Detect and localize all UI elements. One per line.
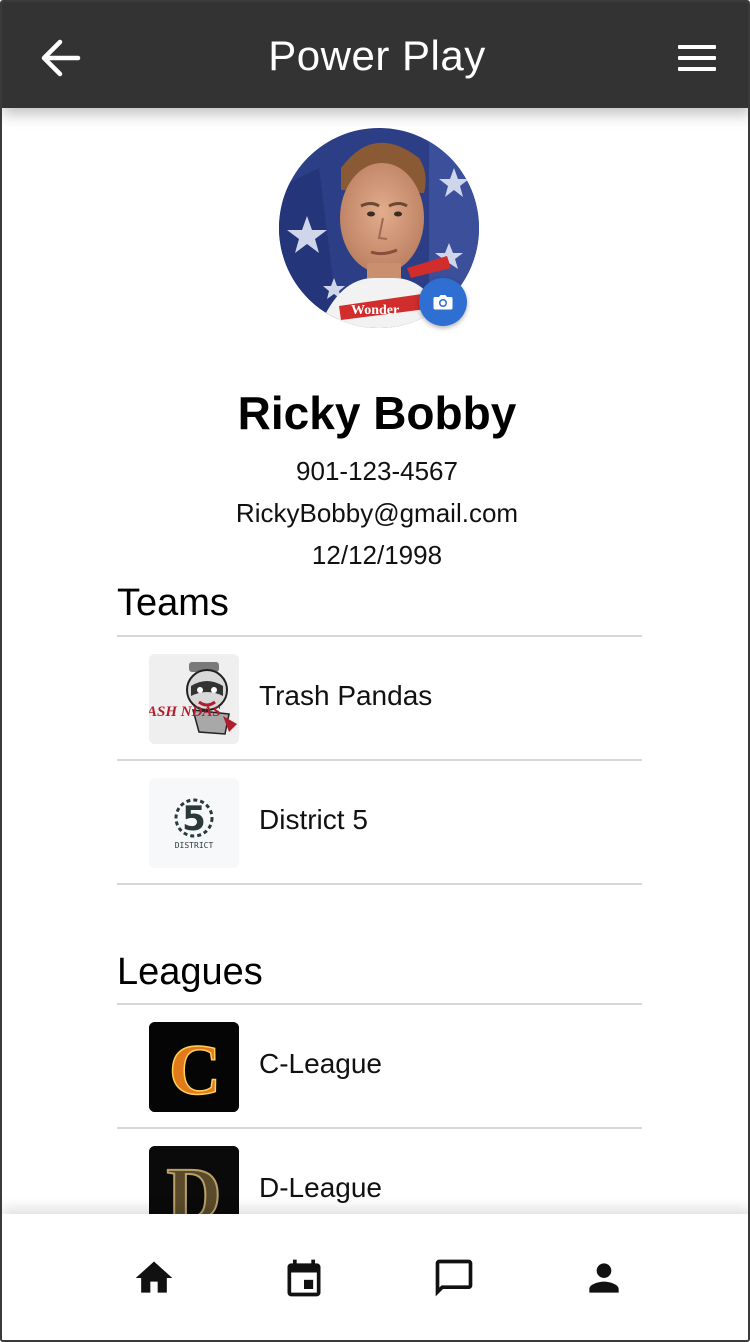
svg-text:Wonder: Wonder [351,303,399,318]
svg-text:C: C [169,1030,221,1110]
team-item-district-5[interactable]: 5 DISTRICT District 5 [117,761,642,885]
nav-profile-button[interactable] [582,1256,626,1300]
d-league-logo: D [149,1146,239,1214]
calendar-icon [287,1259,321,1297]
chat-icon [435,1259,473,1297]
league-item-d-league[interactable]: D D-League [117,1129,642,1214]
nav-calendar-button[interactable] [282,1256,326,1300]
svg-text:ASH NDAS: ASH NDAS [149,704,221,720]
nav-home-button[interactable] [132,1256,176,1300]
avatar-container: Wonder [279,128,479,328]
bottom-navigation [2,1214,748,1340]
menu-button[interactable] [678,44,716,72]
league-item-c-league[interactable]: C C-League [117,1005,642,1129]
c-league-logo: C [149,1022,239,1112]
team-item-trash-pandas[interactable]: ASH NDAS Trash Pandas [117,637,642,761]
page-title: Power Play [268,32,486,79]
app-bar: Power Play [2,2,748,108]
svg-text:5: 5 [182,799,206,839]
row-divider [117,883,642,885]
svg-text:DISTRICT: DISTRICT [175,841,214,850]
profile-content[interactable]: Wonder Ricky Bobby 901-123-4567 RickyBob… [2,108,748,1214]
home-icon [135,1261,173,1293]
camera-icon [433,295,453,310]
person-icon [589,1263,619,1293]
team-logo: 5 DISTRICT [149,778,239,868]
team-label: Trash Pandas [259,680,433,711]
team-logo: ASH NDAS [149,654,239,744]
league-label: C-League [259,1048,382,1079]
league-logo: C [149,1022,239,1112]
district-5-logo: 5 DISTRICT [149,778,239,868]
profile-phone: 901-123-4567 [296,456,458,486]
teams-heading: Teams [117,582,229,624]
hamburger-menu-icon [678,45,716,71]
nav-messages-button[interactable] [432,1256,476,1300]
league-label: D-League [259,1172,382,1203]
profile-name: Ricky Bobby [237,387,517,439]
profile-email: RickyBobby@gmail.com [235,498,519,528]
svg-text:D: D [167,1153,222,1214]
change-photo-button[interactable] [419,278,467,326]
trash-panda-logo: ASH NDAS [149,654,239,744]
league-logo: D [149,1146,239,1214]
leagues-heading: Leagues [117,951,263,993]
team-label: District 5 [259,804,368,835]
phone-frame: Power Play Wonder Ricky Bobby 901-123-45… [0,0,750,1342]
profile-birthdate: 12/12/1998 [311,540,443,570]
